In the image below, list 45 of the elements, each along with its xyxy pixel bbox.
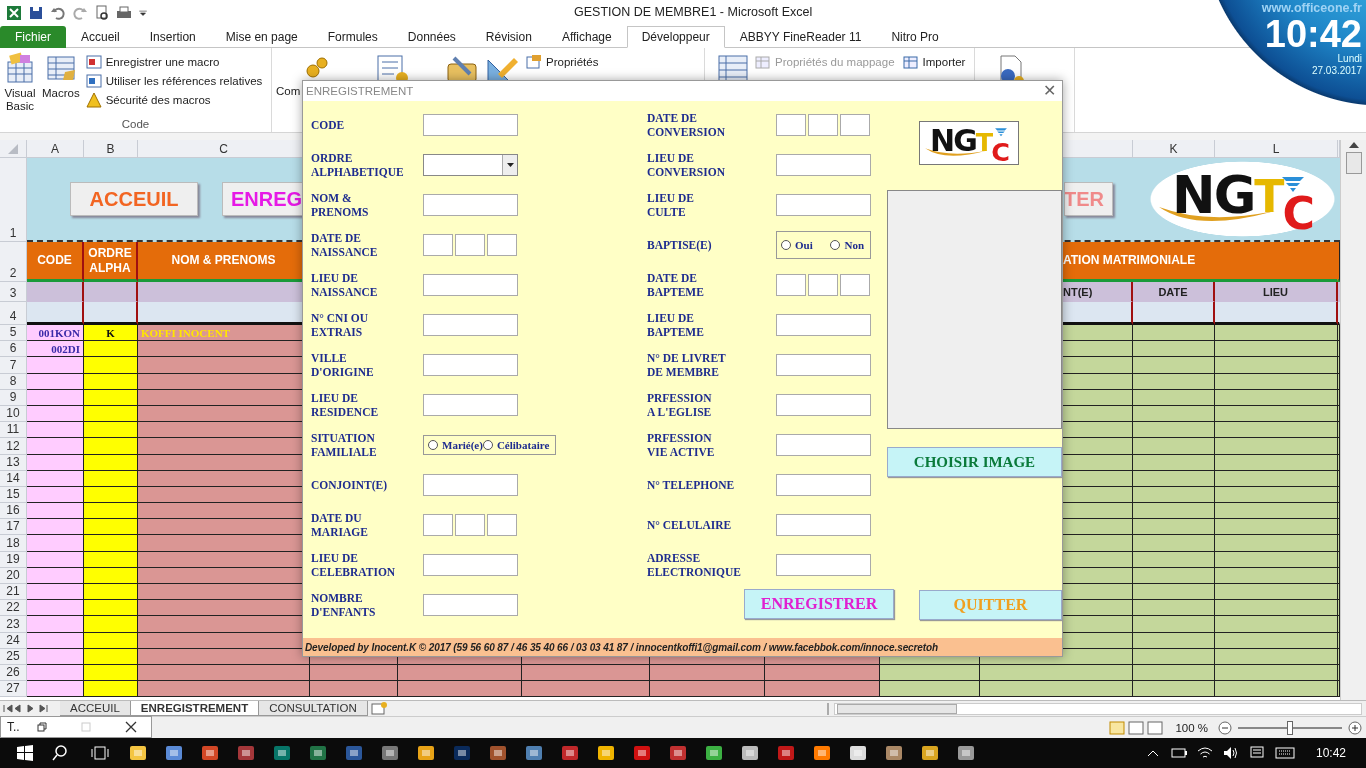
logo: NGTC — [919, 121, 1019, 165]
header-cell: CODE — [27, 242, 84, 282]
field-label: N° CNI OU EXTRAIS — [311, 311, 369, 339]
clock-date: 27.03.2017 — [1311, 65, 1362, 77]
field-label: N° DE LIVRET DE MEMBRE — [647, 351, 727, 379]
field-label: SITUATION FAMILIALE — [311, 431, 378, 459]
field-label: LIEU DE BAPTEME — [647, 311, 705, 339]
field-label: PRFESSION VIE ACTIVE — [647, 431, 716, 459]
field-label: N° TELEPHONE — [647, 478, 736, 492]
field-label: LIEU DE RESIDENCE — [311, 391, 380, 419]
field-label: DATE DE CONVERSION — [647, 111, 726, 139]
field-label: NOMBRE D'ENFANTS — [311, 591, 377, 619]
field-label: ORDRE ALPHABETIQUE — [311, 151, 405, 179]
field-label: LIEU DE CELEBRATION — [311, 551, 397, 579]
clock-day: Lundi — [1337, 53, 1362, 65]
field-label: ADRESSE ELECTRONIQUE — [647, 551, 742, 579]
header-cell: ORDRE ALPHA — [84, 242, 138, 282]
field-label: LIEU DE CULTE — [647, 191, 695, 219]
field-label: DATE DE BAPTEME — [647, 271, 705, 299]
field-label: BAPTISE(E) — [647, 238, 713, 252]
field-label: DATE DE NAISSANCE — [311, 231, 379, 259]
clock-time: 10:42 — [1264, 15, 1362, 53]
zoom-level: 100 % — [1175, 721, 1208, 734]
field-label: PRFESSION A L'EGLISE — [647, 391, 713, 419]
table-cell: 002DI — [27, 341, 84, 358]
field-label: CODE — [311, 118, 346, 132]
field-label: LIEU DE NAISSANCE — [311, 271, 379, 299]
header-cell: DATE — [1133, 282, 1215, 302]
field-label: NOM & PRENOMS — [311, 191, 370, 219]
field-label: LIEU DE CONVERSION — [647, 151, 726, 179]
footer-text: Developed by Inocent.K © 2017 (59 56 60 87 / 46 35 40 66 / 03 03 41 87 / innocentkoffi1@gmail.com / www.facebbok.com/innoce.secretoh — [305, 641, 939, 653]
table-cell: K — [84, 325, 138, 342]
clock-website: www.officeone.fr — [1261, 1, 1362, 15]
field-label: CONJOINT(E) — [311, 478, 389, 492]
dialog-title: ENREGISTREMENT — [306, 85, 414, 97]
field-label: VILLE D'ORIGINE — [311, 351, 375, 379]
group-label: Code — [120, 118, 151, 132]
thumbnail-title: T.. — [7, 720, 21, 734]
table-cell: 001KON — [27, 325, 84, 342]
window-title: GESTION DE MEMBRE1 - Microsoft Excel — [574, 5, 813, 19]
field-label: DATE DU MARIAGE — [311, 511, 369, 539]
header-cell: LIEU — [1215, 282, 1338, 302]
field-label: N° CELULAIRE — [647, 518, 733, 532]
clock-time: 10:42 — [1315, 746, 1346, 760]
logo: NGTC — [1149, 161, 1336, 237]
